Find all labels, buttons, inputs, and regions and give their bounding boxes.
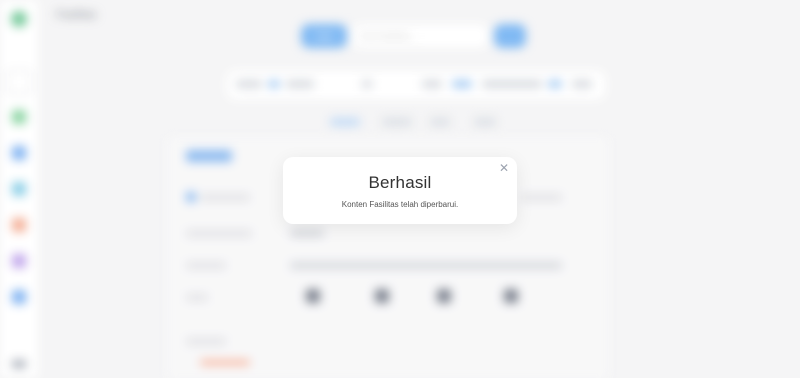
dialog-title: Berhasil bbox=[368, 173, 432, 192]
app-root: Fasilitas Cari Cari fasilitas... ✕ Berha… bbox=[0, 0, 800, 378]
success-dialog: ✕ Berhasil Konten Fasilitas telah diperb… bbox=[283, 157, 517, 224]
dialog-message: Konten Fasilitas telah diperbarui. bbox=[341, 200, 459, 209]
